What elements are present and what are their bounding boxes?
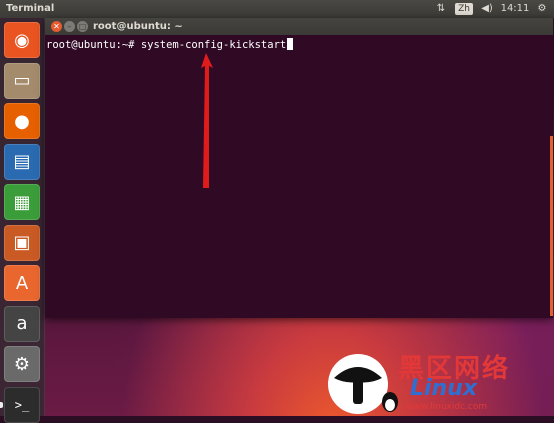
launcher-glyph: ▦	[13, 191, 31, 213]
launcher-glyph: a	[16, 313, 28, 334]
watermark-url: www.linuxidc.com	[406, 402, 488, 412]
launcher-glyph: ▣	[13, 232, 31, 253]
launcher-terminal-icon[interactable]: >_	[4, 386, 40, 423]
launcher: ◉ ▭ ● ▤ ▦ ▣ Aa ⚙ >_	[0, 18, 45, 423]
launcher-libreoffice-impress-icon[interactable]: ▣	[4, 224, 40, 261]
launcher-libreoffice-calc-icon[interactable]: ▦	[4, 184, 40, 220]
terminal-titlebar[interactable]: ✕ – □ root@ubuntu: ~	[45, 18, 553, 35]
clock[interactable]: 14:11	[500, 0, 530, 18]
running-indicator	[0, 401, 3, 408]
watermark: 黑区网络 Linux www.linuxidc.com	[318, 348, 554, 416]
active-app-title: Terminal	[6, 3, 55, 14]
launcher-glyph: >_	[14, 397, 30, 412]
language-indicator[interactable]: Zh	[455, 0, 473, 18]
launcher-dash-home-icon[interactable]: ◉	[4, 22, 40, 58]
language-label: Zh	[455, 3, 473, 15]
launcher-glyph: ▤	[13, 151, 31, 172]
launcher-glyph: A	[15, 272, 29, 294]
launcher-amazon-icon[interactable]: a	[4, 305, 40, 342]
maximize-icon[interactable]: □	[77, 21, 88, 32]
launcher-ubuntu-software-icon[interactable]: A	[4, 265, 40, 301]
terminal-prompt: root@ubuntu:~#	[46, 39, 141, 51]
terminal-line[interactable]: root@ubuntu:~# system-config-kickstart	[46, 38, 294, 52]
launcher-firefox-icon[interactable]: ●	[4, 103, 40, 139]
launcher-libreoffice-writer-icon[interactable]: ▤	[4, 143, 40, 180]
window-title: root@ubuntu: ~	[93, 21, 183, 32]
launcher-glyph: ⚙	[13, 353, 31, 375]
close-icon[interactable]: ✕	[51, 21, 62, 32]
mushroom-logo-icon	[328, 354, 398, 414]
launcher-glyph: ●	[14, 110, 30, 132]
network-icon[interactable]: ⇅	[434, 0, 448, 18]
terminal-command: system-config-kickstart	[140, 39, 287, 51]
watermark-linux-text: Linux	[410, 376, 478, 401]
sound-icon[interactable]: ◀)	[478, 0, 496, 18]
top-panel: Terminal ⇅ Zh ◀) 14:11 ⚙	[0, 0, 554, 18]
window-edge-highlight	[550, 136, 553, 316]
minimize-icon[interactable]: –	[64, 21, 75, 32]
text-cursor	[287, 38, 294, 50]
launcher-files-icon[interactable]: ▭	[4, 62, 40, 99]
terminal-window[interactable]: ✕ – □ root@ubuntu: ~ root@ubuntu:~# syst…	[45, 18, 553, 318]
launcher-system-settings-icon[interactable]: ⚙	[4, 346, 40, 382]
gear-icon[interactable]: ⚙	[535, 0, 549, 18]
launcher-glyph: ▭	[13, 70, 31, 91]
launcher-glyph: ◉	[14, 29, 30, 51]
